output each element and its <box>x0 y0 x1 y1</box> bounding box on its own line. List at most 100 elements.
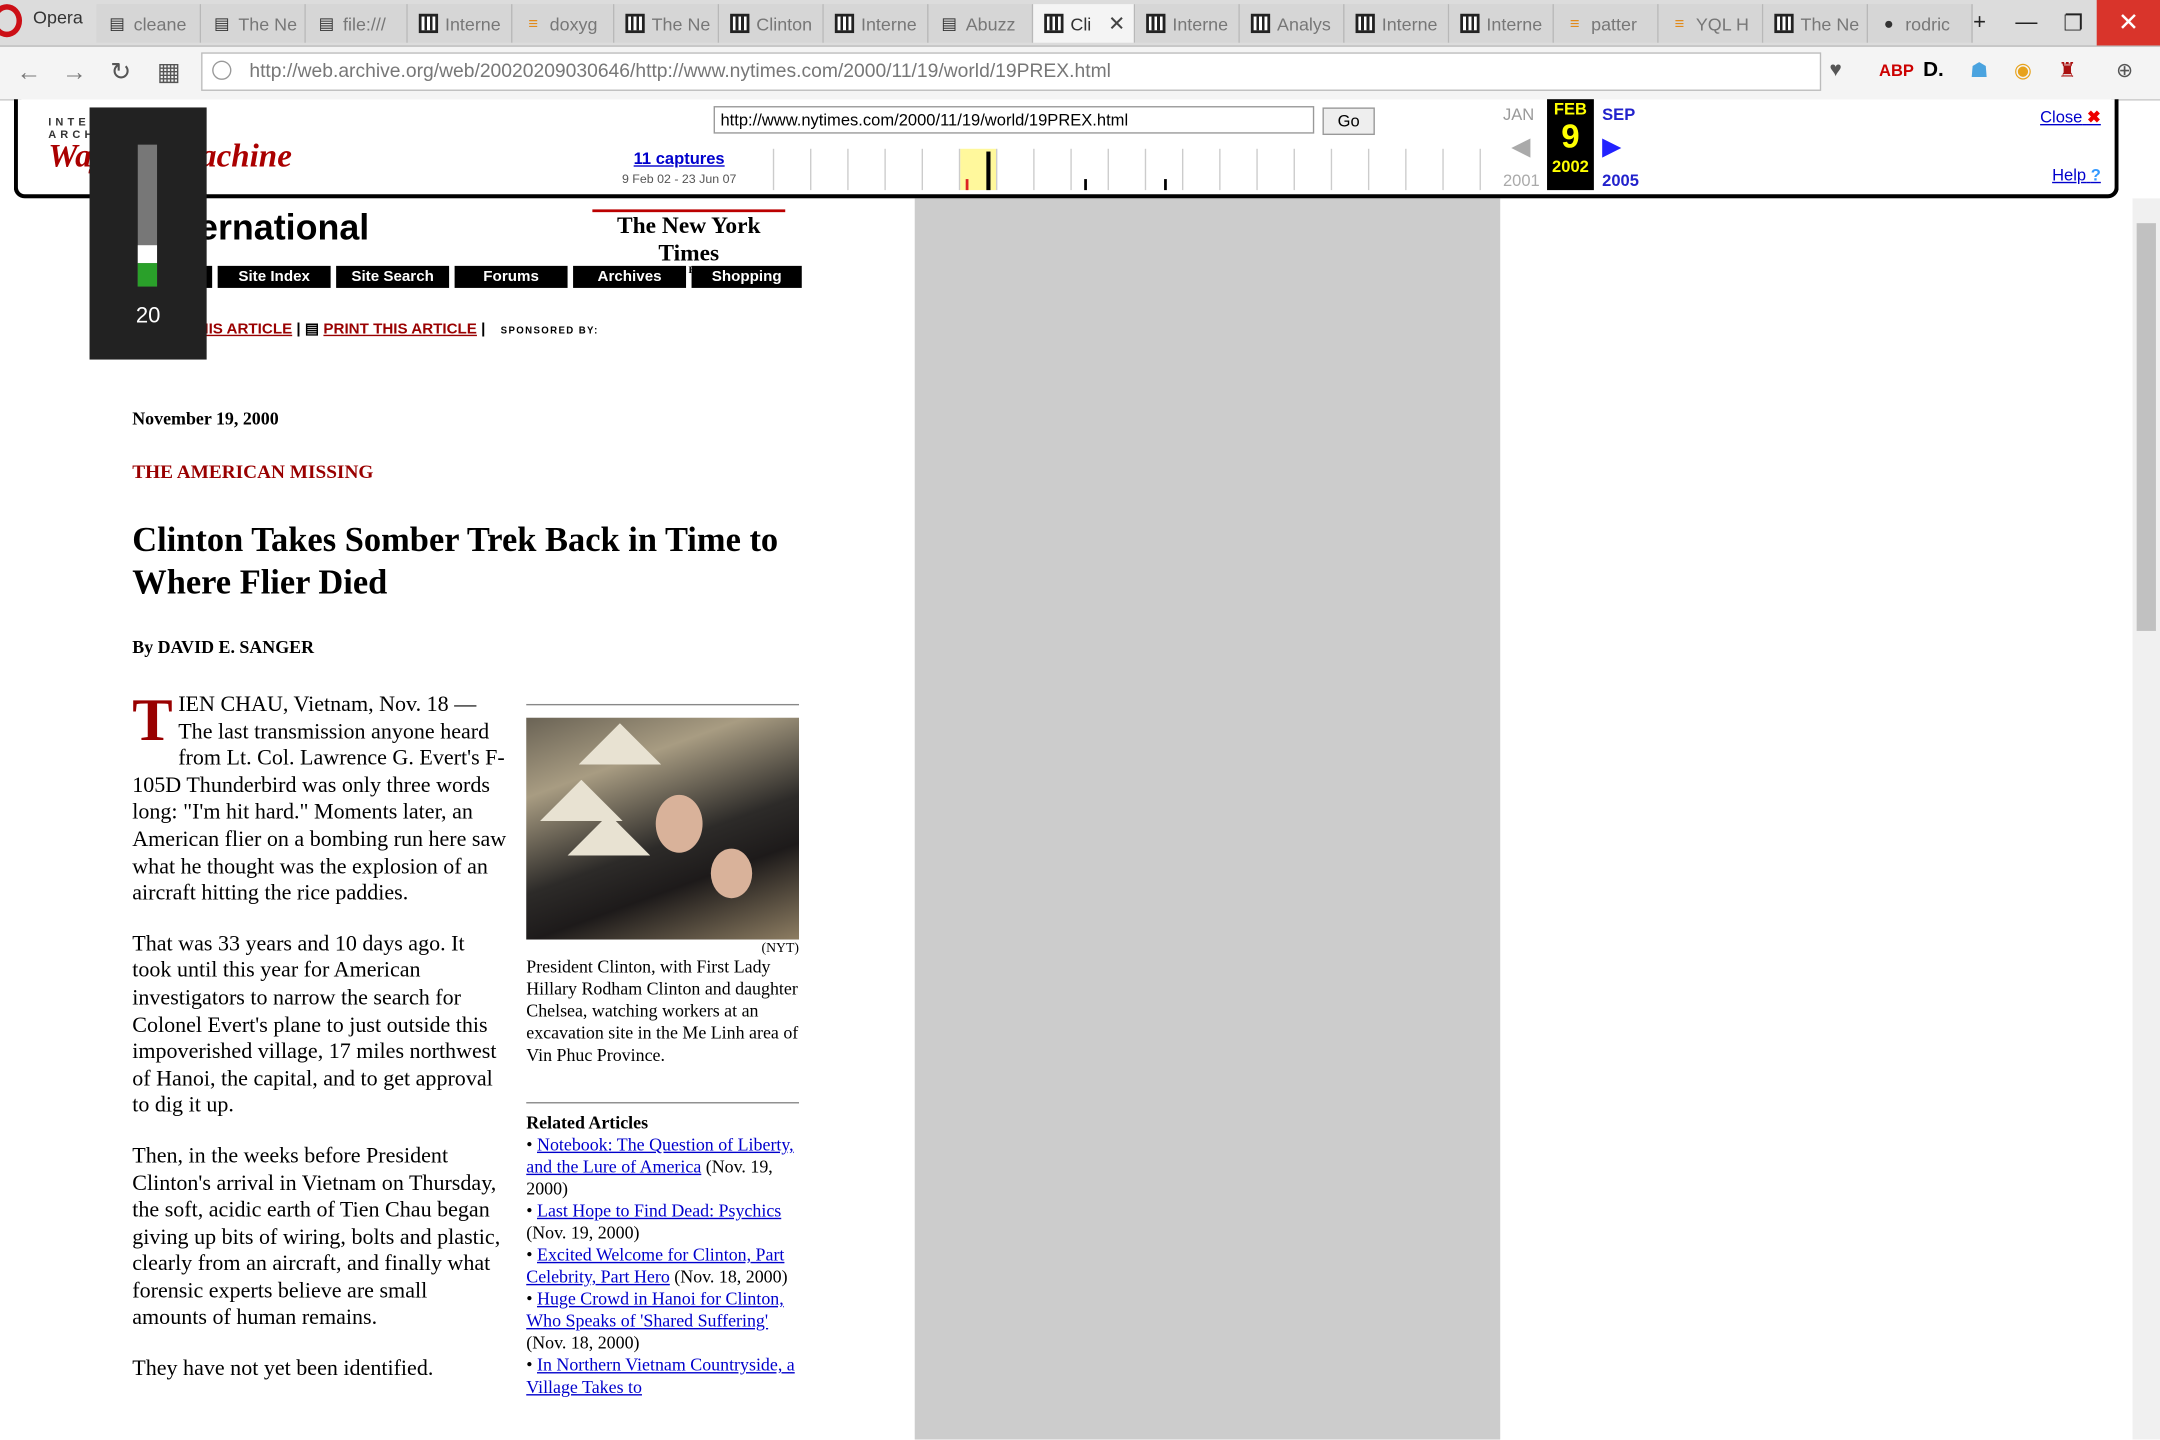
photo-credit: (NYT) <box>761 940 800 957</box>
pillar-icon <box>625 13 645 34</box>
wayback-help-link[interactable]: Help ? <box>2052 165 2101 184</box>
paragraph-1-text: IEN CHAU, Vietnam, Nov. 18 — The last tr… <box>132 692 507 906</box>
scrollbar-thumb[interactable] <box>2136 223 2156 631</box>
related-title: Related Articles <box>526 1111 649 1133</box>
nav-button-1[interactable]: Site Index <box>217 265 331 288</box>
tab-14[interactable]: ≡ patter <box>1553 4 1659 43</box>
year-divider <box>1144 148 1147 191</box>
nav-button-3[interactable]: Forums <box>454 265 568 288</box>
tab-11[interactable]: Analys <box>1239 4 1345 43</box>
new-tab-button[interactable]: + <box>1956 10 2003 35</box>
wayback-close-link[interactable]: Close ✖ <box>2040 107 2101 126</box>
year-divider <box>1033 148 1035 191</box>
chrome-icon[interactable]: ◉ <box>2014 58 2032 82</box>
tab-7[interactable]: Interne <box>823 4 929 43</box>
capture-sparkline[interactable] <box>772 148 1503 191</box>
forward-icon[interactable]: → <box>62 58 87 87</box>
tab-12[interactable]: Interne <box>1344 4 1450 43</box>
tab-label: YQL H <box>1695 13 1749 34</box>
capture-bar <box>986 151 991 191</box>
download-icon[interactable]: ⊕ <box>2116 58 2133 82</box>
tab-label: The Ne <box>238 13 298 34</box>
url-field[interactable]: http://web.archive.org/web/2002020903064… <box>201 52 1822 91</box>
paragraph-1: T IEN CHAU, Vietnam, Nov. 18 — The last t… <box>132 689 507 908</box>
year-divider <box>1107 148 1109 191</box>
close-window-button[interactable]: ✕ <box>2096 0 2160 46</box>
current-day: 9 <box>1561 118 1580 156</box>
nav-button-5[interactable]: Shopping <box>691 265 802 288</box>
tab-16[interactable]: The Ne <box>1763 4 1869 43</box>
fps-gauge <box>137 144 158 287</box>
tab-label: Interne <box>861 13 917 34</box>
tab-15[interactable]: ≡ YQL H <box>1658 4 1764 43</box>
tab-2[interactable]: ▤ file:/// <box>305 4 408 43</box>
tab-13[interactable]: Interne <box>1449 4 1554 43</box>
prev-year[interactable]: 2001 <box>1503 171 1540 190</box>
adblock-icon[interactable]: ABP <box>1879 61 1914 80</box>
opera-label: Opera <box>33 6 83 28</box>
pillar-icon <box>1355 13 1375 34</box>
reload-icon[interactable]: ↻ <box>110 58 131 87</box>
related-date: (Nov. 18, 2000) <box>526 1332 640 1353</box>
tab-label: file:/// <box>343 13 386 34</box>
related-link[interactable]: In Northern Vietnam Countryside, a Villa… <box>526 1354 794 1397</box>
tab-0[interactable]: ▤ cleane <box>96 4 202 43</box>
tab-10[interactable]: Interne <box>1135 4 1240 43</box>
ghostery-icon[interactable]: ☗ <box>1970 58 1989 82</box>
heart-icon[interactable]: ♥ <box>1829 58 1841 81</box>
prev-month[interactable]: JAN <box>1503 105 1534 124</box>
masthead-title: The New York Times <box>617 212 761 266</box>
related-item: • Last Hope to Find Dead: Psychics (Nov.… <box>526 1199 782 1243</box>
related-link[interactable]: Huge Crowd in Hanoi for Clinton, Who Spe… <box>526 1288 783 1331</box>
print-article-link[interactable]: PRINT THIS ARTICLE <box>323 321 477 338</box>
article-body: T IEN CHAU, Vietnam, Nov. 18 — The last t… <box>132 689 507 1407</box>
calendar-nav: JAN ◀ 2001 FEB 9 2002 SEP ▶ 2005 <box>1503 99 1655 195</box>
tab-3[interactable]: Interne <box>407 4 513 43</box>
doc-icon: ▤ <box>109 13 125 34</box>
next-capture-icon[interactable]: ▶ <box>1602 132 1621 161</box>
captures-range: 9 Feb 02 - 23 Jun 07 <box>621 172 737 186</box>
prev-capture-icon[interactable]: ◀ <box>1511 132 1530 161</box>
conical-hat-shape <box>540 779 623 822</box>
d-extension-icon[interactable]: D. <box>1923 58 1944 81</box>
pillar-icon <box>730 13 750 34</box>
wayback-go-button[interactable]: Go <box>1322 107 1375 136</box>
site-nav: HomeSite IndexSite SearchForumsArchivesS… <box>101 265 807 288</box>
tab-label: Interne <box>1381 13 1438 34</box>
tab-label: Cli <box>1070 13 1092 34</box>
next-year[interactable]: 2005 <box>1602 171 1639 190</box>
opera-menu-button[interactable]: Opera <box>0 0 94 45</box>
next-month[interactable]: SEP <box>1602 105 1635 124</box>
tab-label: rodric <box>1905 13 1951 34</box>
stack-icon: ≡ <box>1674 13 1685 34</box>
nav-button-4[interactable]: Archives <box>573 265 687 288</box>
tab-8[interactable]: ▤ Abuzz <box>928 4 1034 43</box>
tab-5[interactable]: The Ne <box>614 4 720 43</box>
article-headline: Clinton Takes Somber Trek Back in Time t… <box>132 522 779 603</box>
tab-6[interactable]: Clinton <box>719 4 824 43</box>
speed-dial-icon[interactable]: ▦ <box>157 58 180 87</box>
help-icon: ? <box>2090 165 2101 185</box>
captures-link[interactable]: 11 captures <box>597 149 762 168</box>
tab-9[interactable]: Cli ✕ <box>1033 4 1136 43</box>
related-link[interactable]: Last Hope to Find Dead: Psychics <box>537 1200 781 1221</box>
minimize-button[interactable]: — <box>2003 10 2050 35</box>
close-tab-icon[interactable]: ✕ <box>1108 11 1125 35</box>
paragraph-2: That was 33 years and 10 days ago. It to… <box>132 932 497 1118</box>
tab-1[interactable]: ▤ The Ne <box>201 4 306 43</box>
tab-label: Interne <box>1486 13 1543 34</box>
restore-button[interactable]: ❐ <box>2050 9 2097 37</box>
capture-bar <box>965 179 969 191</box>
nav-button-2[interactable]: Site Search <box>336 265 450 288</box>
tab-label: The Ne <box>651 13 711 34</box>
tab-label: Interne <box>444 13 501 34</box>
wayback-url-input[interactable]: http://www.nytimes.com/2000/11/19/world/… <box>713 106 1315 134</box>
article-photo[interactable] <box>526 717 800 940</box>
current-capture: FEB 9 2002 <box>1547 99 1594 191</box>
vertical-scrollbar[interactable] <box>2132 198 2160 1440</box>
back-icon[interactable]: ← <box>17 58 42 87</box>
doc-icon: ▤ <box>941 13 957 34</box>
tab-4[interactable]: ≡ doxyg <box>512 4 615 43</box>
sofa-icon[interactable]: ♜ <box>2058 58 2077 82</box>
pillar-icon <box>418 13 439 34</box>
